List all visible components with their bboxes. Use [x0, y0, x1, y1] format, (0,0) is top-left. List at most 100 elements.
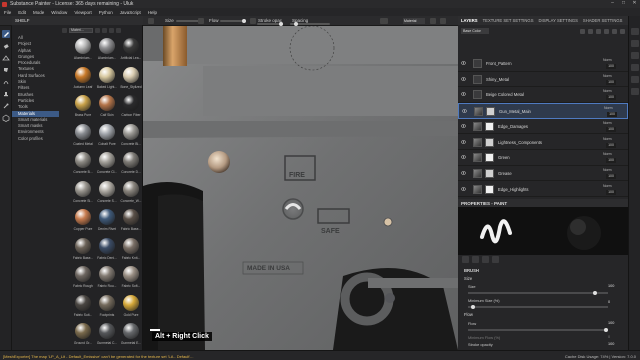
delete-layer-icon[interactable] — [620, 28, 625, 34]
material-thumbnail[interactable]: Fabric Base... — [120, 209, 142, 236]
material-thumbnail[interactable]: Concrete S... — [96, 180, 118, 208]
menu-help[interactable]: Help — [148, 10, 157, 15]
layer-row[interactable]: Edge_Damages Norm 100 — [458, 119, 628, 135]
visibility-eye-icon[interactable] — [460, 155, 467, 159]
smudge-tool[interactable] — [2, 78, 10, 86]
stencil-tab-icon[interactable] — [492, 256, 499, 263]
brush-mode-icon[interactable] — [148, 18, 154, 24]
layer-blend-mode[interactable]: Norm — [603, 74, 612, 78]
material-thumbnail[interactable]: Brass Pure — [72, 95, 94, 122]
tab-shader-settings[interactable]: SHADER SETTINGS — [583, 18, 623, 23]
minimum-flow-value[interactable]: 0 — [608, 335, 610, 339]
layer-opacity[interactable]: 100 — [606, 95, 616, 101]
material-thumbnail[interactable]: Concrete_W... — [120, 180, 142, 208]
material-thumbnail[interactable]: Aluminium... — [72, 38, 94, 65]
pressure-flow-icon[interactable] — [250, 18, 256, 24]
menu-mode[interactable]: Mode — [33, 10, 44, 15]
menu-edit[interactable]: Edit — [18, 10, 26, 15]
material-thumbnail[interactable]: Gold Pure — [120, 294, 142, 322]
layer-blend-mode[interactable]: Norm — [603, 121, 612, 125]
add-mask-icon[interactable] — [588, 28, 593, 34]
add-fill-layer-icon[interactable] — [596, 28, 601, 34]
material-thumbnail[interactable]: Fabric Deni... — [96, 237, 118, 265]
tab-display-settings[interactable]: DISPLAY SETTINGS — [539, 18, 578, 23]
visibility-eye-icon[interactable] — [460, 171, 467, 175]
material-thumbnail[interactable]: Fabric Knit... — [120, 237, 142, 265]
flow-slider[interactable] — [468, 327, 608, 332]
mask-thumbnail[interactable] — [485, 168, 494, 178]
shelf-filter-field[interactable]: Materi... — [69, 28, 93, 33]
menu-window[interactable]: Window — [51, 10, 67, 15]
tab-texture-set-settings[interactable]: TEXTURE SET SETTINGS — [483, 18, 534, 23]
material-thumbnail[interactable]: Artificial Lea... — [120, 38, 142, 65]
mask-thumbnail[interactable] — [486, 107, 495, 117]
stroke-opacity-value[interactable]: 100 — [608, 342, 614, 346]
layer-row[interactable]: Front_Pattern Norm 100 — [458, 56, 628, 72]
shelf-search-icon[interactable] — [95, 28, 100, 33]
projection-tool[interactable] — [2, 54, 10, 62]
eraser-tool[interactable] — [2, 42, 10, 50]
menu-file[interactable]: File — [4, 10, 11, 15]
material-thumbnail[interactable]: Fabric Suit... — [72, 294, 94, 322]
layer-row[interactable]: Grease Norm 100 — [458, 166, 628, 182]
material-thumbnail[interactable]: Concrete D... — [120, 152, 142, 179]
camera-icon[interactable] — [430, 18, 436, 24]
layer-opacity[interactable]: 100 — [606, 142, 616, 148]
material-thumbnail[interactable]: Fabric Rou... — [96, 266, 118, 293]
material-thumbnail[interactable]: Gunmetal E... — [120, 323, 142, 350]
layer-name[interactable]: Gun_Metal_Main — [499, 109, 531, 114]
material-thumbnail[interactable]: Gunmetal C... — [96, 323, 118, 350]
mask-thumbnail[interactable] — [485, 137, 494, 147]
tab-layers[interactable]: LAYERS — [461, 18, 478, 23]
visibility-eye-icon[interactable] — [461, 109, 468, 113]
material-thumbnail[interactable]: Ground Gr... — [72, 323, 94, 350]
brush-tab-icon[interactable] — [462, 256, 469, 263]
maximize-button[interactable]: □ — [620, 1, 627, 6]
layer-name[interactable]: Grease — [498, 171, 512, 176]
texture-set-dock-icon[interactable] — [631, 40, 639, 47]
clone-tool[interactable] — [2, 90, 10, 98]
3d-viewport[interactable]: FIRE SAFE MADE IN USA — [143, 26, 458, 350]
layer-blend-mode[interactable]: Norm — [603, 168, 612, 172]
material-tab-icon[interactable] — [472, 256, 479, 263]
layer-row[interactable]: Green Norm 100 — [458, 150, 628, 166]
material-thumbnail[interactable]: Autumn Leaf — [72, 66, 94, 94]
menu-viewport[interactable]: Viewport — [74, 10, 91, 15]
visibility-eye-icon[interactable] — [460, 124, 467, 128]
screenshot-icon[interactable] — [440, 18, 446, 24]
layer-name[interactable]: Beige Colored Metal — [486, 92, 524, 97]
size-value[interactable]: 100 — [608, 284, 614, 288]
minimum-size-value[interactable]: 0 — [608, 300, 610, 304]
layers-dock-icon[interactable] — [631, 28, 639, 35]
symmetry-icon[interactable] — [380, 18, 388, 24]
close-button[interactable]: ✕ — [631, 1, 638, 6]
shelf-category-color-profiles[interactable]: Color profiles — [12, 136, 59, 142]
log-dock-icon[interactable] — [631, 88, 639, 95]
mask-thumbnail[interactable] — [485, 184, 494, 194]
material-thumbnail[interactable]: Carbon Fiber — [120, 95, 142, 122]
flow-value[interactable]: 100 — [608, 321, 614, 325]
material-thumbnail[interactable]: Concrete Cl... — [96, 152, 118, 179]
material-thumbnail[interactable]: Concrete Bl... — [120, 123, 142, 151]
layer-blend-mode[interactable]: Norm — [603, 152, 612, 156]
shelf-list-view-icon[interactable] — [102, 28, 107, 33]
visibility-eye-icon[interactable] — [460, 139, 467, 144]
layer-name[interactable]: Front_Pattern — [486, 61, 512, 66]
layer-blend-mode[interactable]: Norm — [604, 106, 613, 110]
visibility-eye-icon[interactable] — [460, 77, 467, 81]
material-thumbnail[interactable]: Bone_Stylized — [120, 66, 142, 94]
visibility-eye-icon[interactable] — [460, 186, 467, 191]
add-folder-icon[interactable] — [612, 28, 617, 34]
shelf-settings-icon[interactable] — [116, 28, 121, 33]
layer-name[interactable]: Edge_Highlights — [498, 187, 529, 192]
material-thumbnail[interactable]: Aluminium... — [96, 38, 118, 65]
alpha-tab-icon[interactable] — [482, 256, 489, 263]
material-thumbnail[interactable]: Coated Metal — [72, 123, 94, 151]
toolbar-flow-slider[interactable] — [220, 19, 246, 23]
mask-thumbnail[interactable] — [485, 153, 494, 163]
layer-name[interactable]: Lightness_Components — [498, 140, 542, 145]
layer-opacity[interactable]: 100 — [606, 79, 616, 85]
layer-blend-mode[interactable]: Norm — [603, 58, 612, 62]
layer-blend-mode[interactable]: Norm — [603, 184, 612, 188]
layer-name[interactable]: Green — [498, 155, 510, 160]
